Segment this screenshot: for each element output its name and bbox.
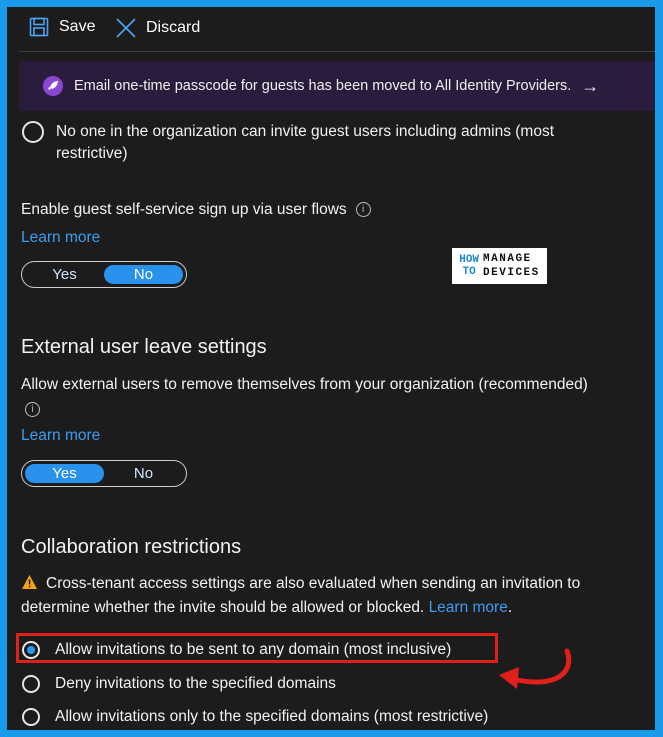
radio-allow-only-specified-domains[interactable]: Allow invitations only to the specified … xyxy=(22,706,488,728)
discard-label: Discard xyxy=(146,19,201,36)
collaboration-learn-more-link[interactable]: Learn more xyxy=(429,599,508,616)
radio-label: No one in the organization can invite gu… xyxy=(56,123,554,162)
radio-deny-specified-domains[interactable]: Deny invitations to the specified domain… xyxy=(22,673,336,695)
info-icon[interactable]: i xyxy=(355,202,371,218)
rocket-icon xyxy=(43,76,63,96)
info-icon[interactable]: i xyxy=(25,402,40,417)
radio-button[interactable] xyxy=(22,641,40,659)
toggle-no[interactable]: No xyxy=(104,265,183,284)
radio-label: Allow invitations to be sent to any doma… xyxy=(55,641,452,658)
logo-manage: MANAGE xyxy=(483,253,532,265)
warning-icon xyxy=(22,575,37,589)
banner-text: Email one-time passcode for guests has b… xyxy=(74,78,572,94)
self-service-label: Enable guest self-service sign up via us… xyxy=(21,199,371,221)
radio-button[interactable] xyxy=(22,121,44,143)
radio-no-one-can-invite[interactable]: No one in the organization can invite gu… xyxy=(22,121,622,165)
close-icon xyxy=(116,18,136,38)
discard-button[interactable]: Discard xyxy=(115,17,200,39)
self-service-label-text: Enable guest self-service sign up via us… xyxy=(21,201,347,218)
save-icon xyxy=(29,17,49,37)
radio-label: Deny invitations to the specified domain… xyxy=(55,675,336,692)
toggle-no[interactable]: No xyxy=(104,464,183,483)
radio-button[interactable] xyxy=(22,675,40,693)
toggle-yes[interactable]: Yes xyxy=(25,464,104,483)
external-leave-learn-more-link[interactable]: Learn more xyxy=(21,427,100,445)
self-service-learn-more-link[interactable]: Learn more xyxy=(21,229,100,247)
logo-how: HOW xyxy=(459,254,480,266)
logo-to: TO xyxy=(462,266,476,278)
collaboration-warning: Cross-tenant access settings are also ev… xyxy=(21,572,641,620)
external-leave-heading: External user leave settings xyxy=(21,336,267,358)
toolbar: Save Discard xyxy=(7,7,655,51)
red-arrow-annotation xyxy=(499,648,572,689)
collaboration-heading: Collaboration restrictions xyxy=(21,536,242,558)
arrow-right-icon[interactable]: → xyxy=(581,76,599,97)
self-service-toggle[interactable]: Yes No xyxy=(21,261,187,288)
toolbar-divider xyxy=(19,51,655,52)
radio-label: Allow invitations only to the specified … xyxy=(55,708,489,725)
info-banner[interactable]: Email one-time passcode for guests has b… xyxy=(19,61,655,111)
toggle-yes[interactable]: Yes xyxy=(25,265,104,284)
logo-devices: DEVICES xyxy=(483,267,540,279)
radio-allow-any-domain[interactable]: Allow invitations to be sent to any doma… xyxy=(22,639,451,661)
warning-tail: . xyxy=(507,599,513,616)
external-leave-toggle[interactable]: Yes No xyxy=(21,460,187,487)
radio-button[interactable] xyxy=(22,708,40,726)
save-button[interactable]: Save xyxy=(29,17,95,37)
save-label: Save xyxy=(59,18,96,35)
watermark-logo: HOW TO MANAGE DEVICES xyxy=(452,248,547,284)
settings-panel: Save Discard Email one-time passcode for… xyxy=(7,7,655,730)
external-leave-label: Allow external users to remove themselve… xyxy=(21,376,588,393)
